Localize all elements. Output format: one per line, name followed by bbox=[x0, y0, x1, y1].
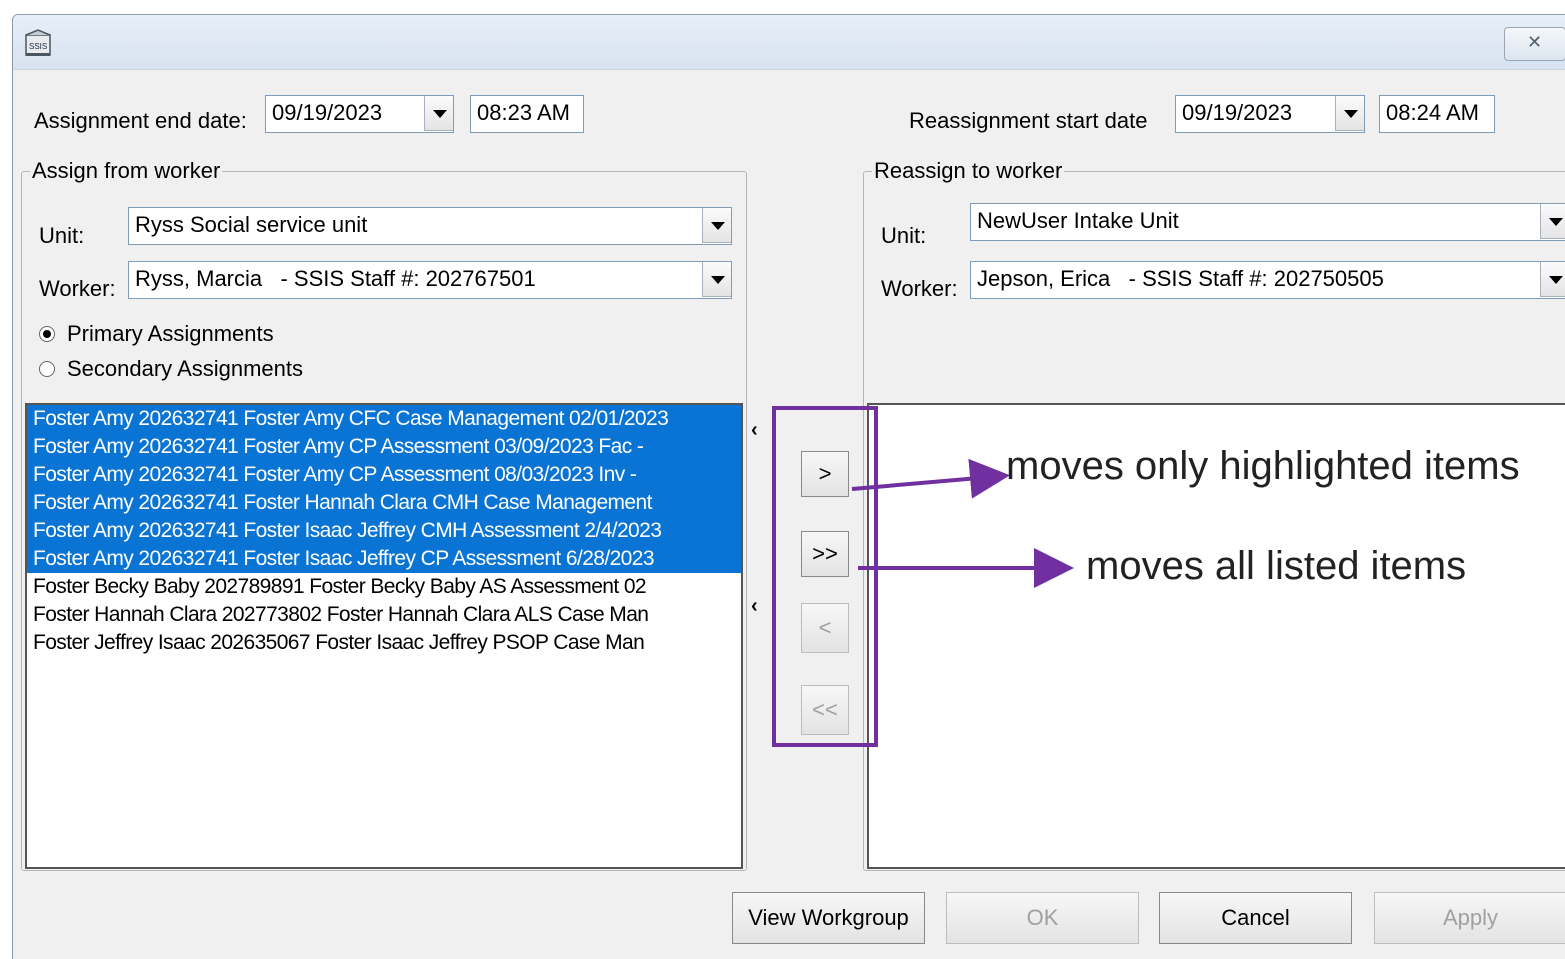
apply-button[interactable]: Apply bbox=[1374, 892, 1565, 944]
scroll-left-arrow-top[interactable]: ‹ bbox=[751, 419, 758, 442]
from-worker-select[interactable]: Ryss, Marcia - SSIS Staff #: 202767501 bbox=[128, 261, 732, 299]
from-unit-select[interactable]: Ryss Social service unit bbox=[128, 207, 732, 245]
to-worker-dropdown[interactable] bbox=[1540, 262, 1565, 297]
primary-assignments-label: Primary Assignments bbox=[67, 321, 274, 346]
assignment-end-date-field[interactable]: 09/19/2023 bbox=[265, 95, 454, 133]
assignment-end-date-dropdown[interactable] bbox=[424, 96, 453, 131]
assignment-end-date-label: Assignment end date: bbox=[34, 108, 247, 133]
list-item[interactable]: Foster Amy 202632741 Foster Amy CFC Case… bbox=[27, 405, 741, 433]
view-workgroup-label: View Workgroup bbox=[748, 905, 909, 930]
from-worker-label: Worker: bbox=[39, 276, 116, 301]
reassignment-start-date-label: Reassignment start date bbox=[909, 108, 1148, 133]
list-item[interactable]: Foster Amy 202632741 Foster Isaac Jeffre… bbox=[27, 545, 741, 573]
from-worker-value: Ryss, Marcia - SSIS Staff #: 202767501 bbox=[135, 266, 536, 291]
move-selected-annotation: moves only highlighted items bbox=[1006, 444, 1520, 488]
list-item[interactable]: Foster Becky Baby 202789891 Foster Becky… bbox=[27, 573, 741, 601]
list-item[interactable]: Foster Amy 202632741 Foster Hannah Clara… bbox=[27, 489, 741, 517]
assignment-end-time-value: 08:23 AM bbox=[477, 100, 570, 125]
list-item[interactable]: Foster Amy 202632741 Foster Amy CP Asses… bbox=[27, 461, 741, 489]
to-worker-label: Worker: bbox=[881, 276, 958, 301]
list-item[interactable]: Foster Amy 202632741 Foster Isaac Jeffre… bbox=[27, 517, 741, 545]
title-bar: SSIS ✕ bbox=[13, 15, 1565, 70]
from-assignments-list[interactable]: Foster Amy 202632741 Foster Amy CFC Case… bbox=[25, 403, 743, 869]
apply-label: Apply bbox=[1442, 905, 1499, 930]
ok-button[interactable]: OK bbox=[946, 892, 1139, 944]
assign-from-worker-title: Assign from worker bbox=[30, 158, 223, 184]
view-workgroup-button[interactable]: View Workgroup bbox=[732, 892, 925, 944]
to-worker-select[interactable]: Jepson, Erica - SSIS Staff #: 202750505 bbox=[970, 261, 1565, 299]
reassignment-start-date-value: 09/19/2023 bbox=[1182, 100, 1293, 125]
close-button[interactable]: ✕ bbox=[1504, 27, 1565, 61]
to-unit-value: NewUser Intake Unit bbox=[977, 208, 1179, 233]
ssis-app-icon: SSIS bbox=[25, 29, 51, 56]
primary-radio-dot[interactable] bbox=[39, 326, 55, 342]
reassignment-start-time-field[interactable]: 08:24 AM bbox=[1379, 95, 1495, 133]
reassign-to-worker-title: Reassign to worker bbox=[872, 158, 1065, 184]
cancel-button[interactable]: Cancel bbox=[1159, 892, 1352, 944]
move-all-annotation: moves all listed items bbox=[1086, 544, 1467, 588]
ok-label: OK bbox=[1026, 905, 1059, 930]
list-item[interactable]: Foster Hannah Clara 202773802 Foster Han… bbox=[27, 601, 741, 629]
from-worker-dropdown[interactable] bbox=[702, 262, 731, 297]
svg-text:SSIS: SSIS bbox=[29, 42, 47, 51]
from-unit-dropdown[interactable] bbox=[702, 208, 731, 243]
to-worker-value: Jepson, Erica - SSIS Staff #: 202750505 bbox=[977, 266, 1384, 291]
secondary-radio-dot[interactable] bbox=[39, 361, 55, 377]
primary-assignments-radio[interactable]: Primary Assignments bbox=[39, 321, 274, 347]
to-unit-dropdown[interactable] bbox=[1540, 204, 1565, 239]
secondary-assignments-label: Secondary Assignments bbox=[67, 356, 304, 381]
to-unit-label: Unit: bbox=[881, 223, 927, 248]
close-icon: ✕ bbox=[1527, 32, 1543, 52]
assignment-end-time-field[interactable]: 08:23 AM bbox=[470, 95, 584, 133]
reassignment-start-date-dropdown[interactable] bbox=[1335, 96, 1364, 131]
list-item[interactable]: Foster Amy 202632741 Foster Amy CP Asses… bbox=[27, 433, 741, 461]
cancel-label: Cancel bbox=[1221, 905, 1290, 930]
move-buttons-highlight bbox=[772, 406, 878, 747]
from-unit-value: Ryss Social service unit bbox=[135, 212, 368, 237]
to-unit-select[interactable]: NewUser Intake Unit bbox=[970, 203, 1565, 241]
list-item[interactable]: Foster Jeffrey Isaac 202635067 Foster Is… bbox=[27, 629, 741, 657]
scroll-left-arrow-bottom[interactable]: ‹ bbox=[751, 595, 758, 618]
secondary-assignments-radio[interactable]: Secondary Assignments bbox=[39, 356, 303, 382]
assignment-end-date-value: 09/19/2023 bbox=[272, 100, 383, 125]
reassignment-start-date-field[interactable]: 09/19/2023 bbox=[1175, 95, 1365, 133]
from-unit-label: Unit: bbox=[39, 223, 85, 248]
reassignment-start-time-value: 08:24 AM bbox=[1386, 100, 1479, 125]
